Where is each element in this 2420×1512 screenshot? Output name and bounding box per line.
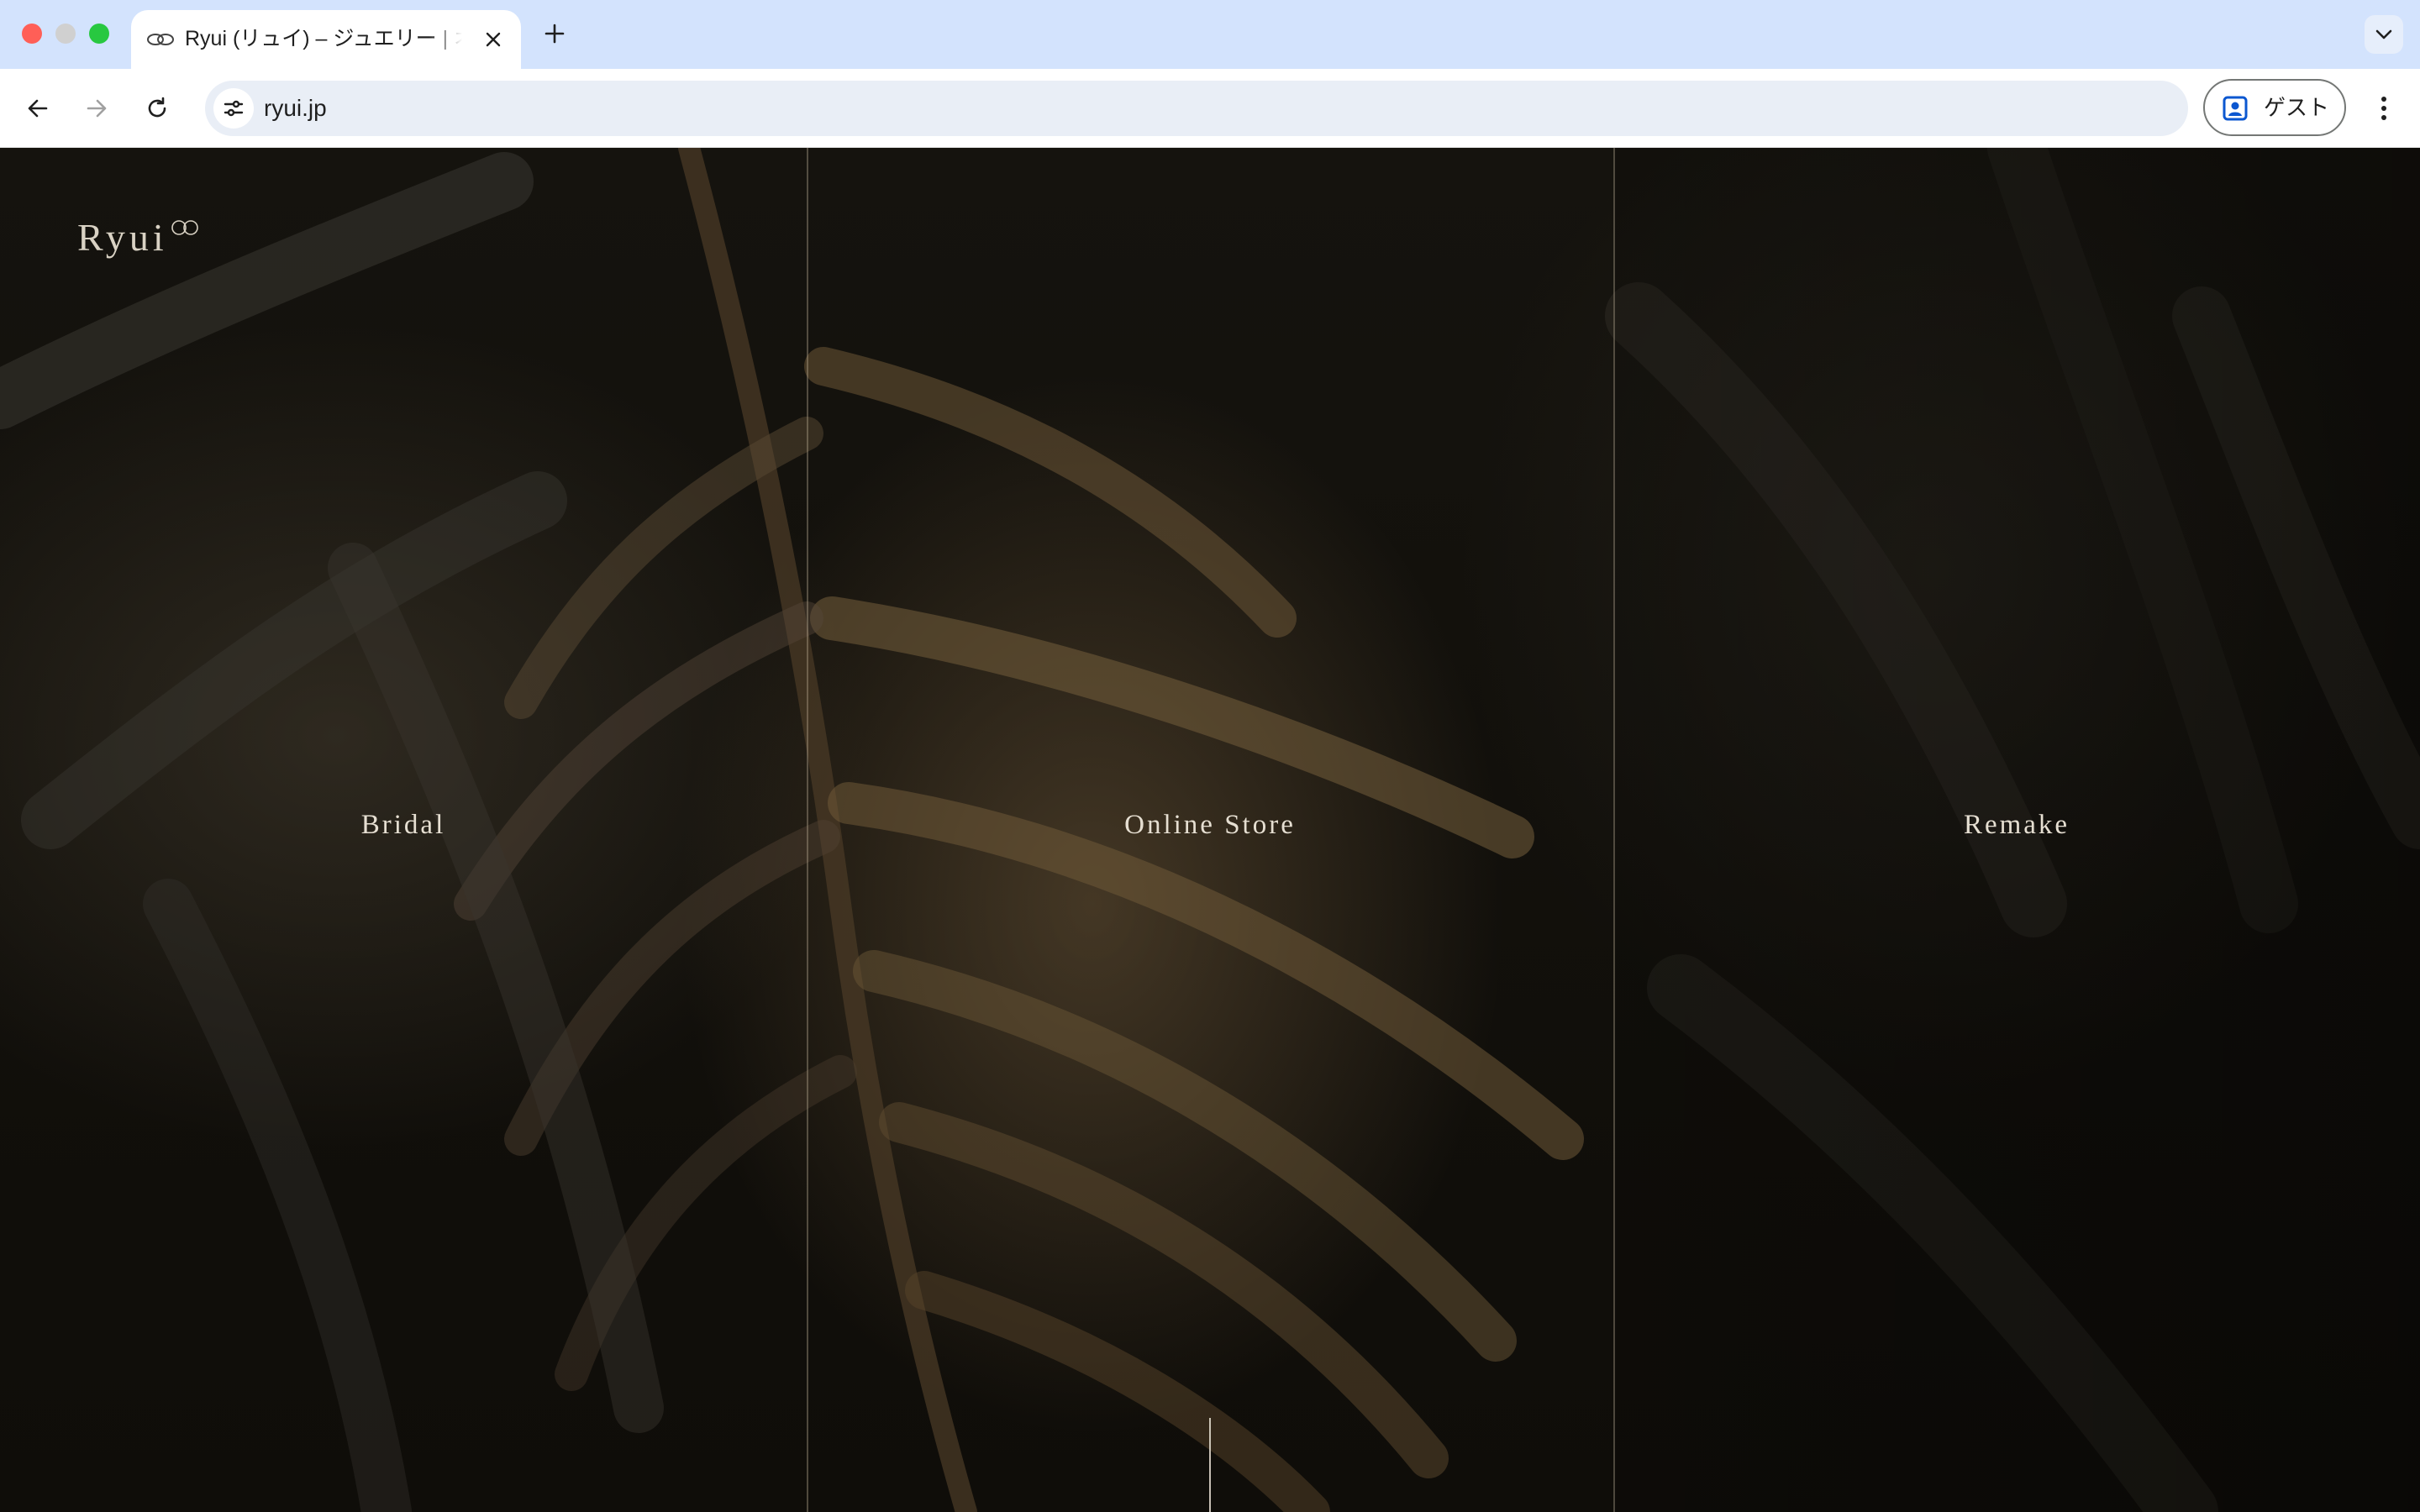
browser-toolbar: ryui.jp ゲスト	[0, 69, 2420, 148]
window-close-button[interactable]	[22, 24, 42, 44]
address-bar[interactable]: ryui.jp	[205, 81, 2188, 136]
forward-button[interactable]	[77, 89, 116, 128]
arrow-right-icon	[87, 99, 107, 118]
browser-tab-active[interactable]: Ryui (リュイ) – ジュエリー | オ	[131, 10, 521, 69]
site-logo[interactable]: Ryui	[77, 215, 168, 282]
reload-icon	[148, 97, 166, 118]
tab-close-button[interactable]	[479, 25, 508, 54]
bridal-link[interactable]: Bridal	[0, 800, 807, 850]
new-tab-button[interactable]	[538, 17, 571, 50]
tab-title: Ryui (リュイ) – ジュエリー | オ	[185, 27, 462, 50]
hero-section: Ryui Bridal Online Store Remake	[0, 148, 2420, 1512]
person-badge-icon	[2223, 96, 2248, 121]
tab-search-button[interactable]	[2365, 15, 2403, 54]
window-maximize-button[interactable]	[89, 24, 109, 44]
kebab-menu-icon	[2381, 97, 2386, 120]
tune-icon	[224, 100, 244, 117]
plus-icon	[544, 24, 565, 44]
arrow-left-icon	[28, 99, 48, 118]
site-info-button[interactable]	[213, 88, 254, 129]
profile-button[interactable]: ゲスト	[2203, 79, 2346, 136]
browser-menu-button[interactable]	[2365, 89, 2403, 128]
profile-label: ゲスト	[2264, 95, 2330, 120]
chevron-down-icon	[2375, 29, 2392, 39]
scroll-indicator	[1209, 1418, 1211, 1512]
remake-link[interactable]: Remake	[1613, 800, 2420, 850]
url-text[interactable]: ryui.jp	[264, 81, 327, 136]
online-store-link[interactable]: Online Store	[807, 800, 1613, 850]
back-button[interactable]	[18, 89, 57, 128]
browser-tabstrip: Ryui (リュイ) – ジュエリー | オ	[0, 0, 2420, 69]
logo-rings-mark	[171, 220, 198, 235]
close-icon	[486, 32, 501, 47]
reload-button[interactable]	[138, 89, 176, 128]
infinity-ring-icon	[147, 34, 174, 45]
window-minimize-button[interactable]	[55, 24, 76, 44]
